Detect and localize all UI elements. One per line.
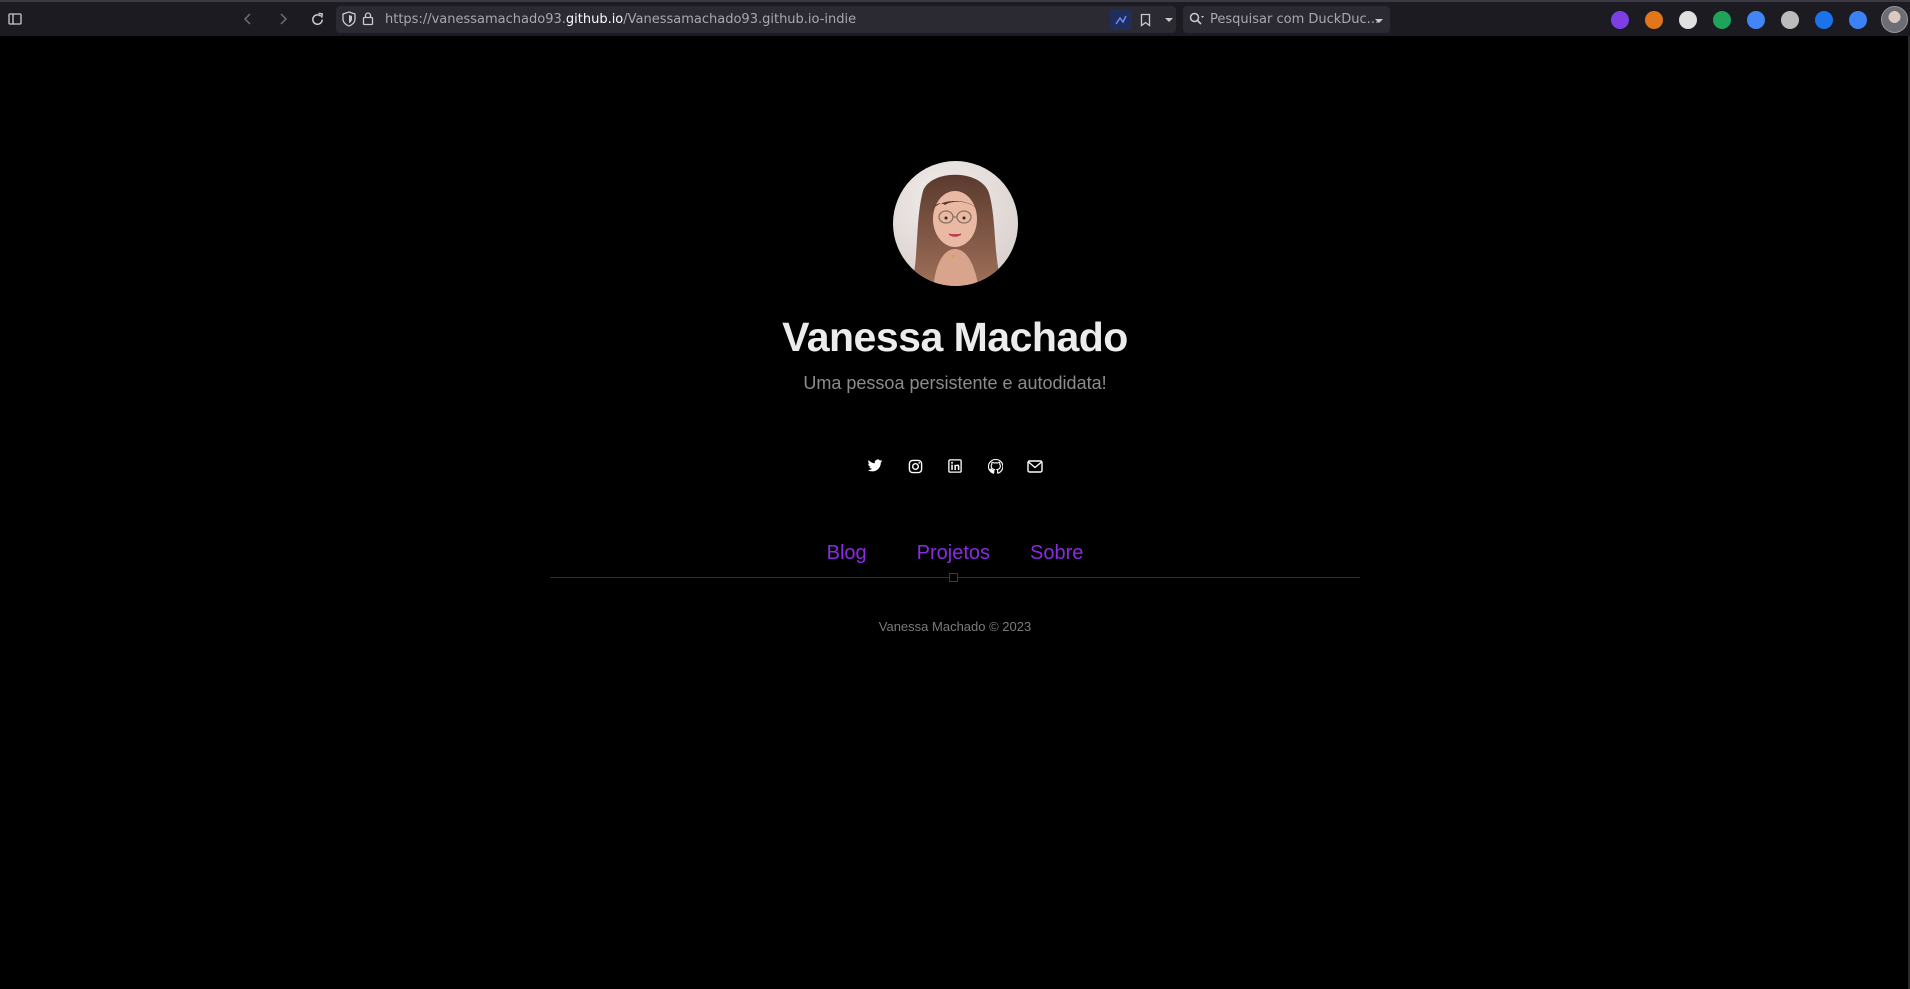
divider-ornament (949, 573, 958, 582)
sidebar-toggle-icon[interactable] (0, 2, 30, 36)
social-links (0, 457, 1910, 475)
nav-link-blog[interactable]: Blog (827, 542, 867, 565)
twitter-icon[interactable] (866, 457, 884, 475)
extension-red-ring-icon[interactable] (1679, 11, 1697, 29)
main-nav: Blog Projetos Sobre (0, 542, 1910, 565)
github-icon[interactable] (986, 457, 1004, 475)
extension-green-dollar-icon[interactable] (1713, 11, 1731, 29)
page-content: Vanessa Machado Uma pessoa persistente e… (0, 36, 1910, 989)
profile-name: Vanessa Machado (782, 314, 1128, 360)
extension-purple-icon[interactable] (1611, 11, 1629, 29)
tracking-protection-shield-icon[interactable] (342, 11, 356, 32)
lock-icon[interactable] (362, 11, 374, 31)
forward-button[interactable] (268, 2, 298, 36)
account-avatar[interactable] (1881, 6, 1908, 33)
linkedin-icon[interactable] (946, 457, 964, 475)
extension-puzzle-blue-icon[interactable] (1849, 11, 1867, 29)
translate-extension-icon[interactable] (1815, 11, 1833, 29)
url-path: /Vanessamachado93.github.io-indie (623, 12, 857, 27)
url-host: github.io (565, 12, 624, 27)
search-bar[interactable]: Pesquisar com DuckDuc... (1183, 6, 1390, 33)
bookmark-icon[interactable] (1134, 9, 1156, 30)
url-text[interactable]: https://vanessamachado93.github.io/Vanes… (385, 12, 856, 27)
reader-view-icon[interactable] (1110, 9, 1132, 30)
profile-tagline: Uma pessoa persistente e autodidata! (803, 373, 1107, 393)
nav-link-projects[interactable]: Projetos (917, 542, 990, 565)
search-engine-dropdown-icon[interactable] (1374, 12, 1384, 30)
url-dropdown-icon[interactable] (1158, 9, 1180, 30)
profile-photo (893, 161, 1018, 286)
instagram-icon[interactable] (906, 457, 924, 475)
browser-toolbar: https://vanessamachado93.github.io/Vanes… (0, 0, 1910, 36)
search-placeholder: Pesquisar com DuckDuc... (1210, 12, 1380, 27)
metamask-fox-icon[interactable] (1645, 11, 1663, 29)
nav-link-about[interactable]: Sobre (1030, 542, 1083, 565)
footer-copyright: Vanessa Machado © 2023 (878, 619, 1032, 634)
back-button[interactable] (233, 2, 263, 36)
section-divider (550, 573, 1360, 582)
reload-button[interactable] (302, 2, 332, 36)
address-bar[interactable]: https://vanessamachado93.github.io/Vanes… (336, 6, 1176, 33)
email-icon[interactable] (1026, 457, 1044, 475)
extension-multicolor-icon[interactable] (1747, 11, 1765, 29)
extension-screen-icon[interactable] (1781, 11, 1799, 29)
url-prefix: https://vanessamachado93. (385, 12, 566, 27)
search-icon (1189, 12, 1205, 31)
